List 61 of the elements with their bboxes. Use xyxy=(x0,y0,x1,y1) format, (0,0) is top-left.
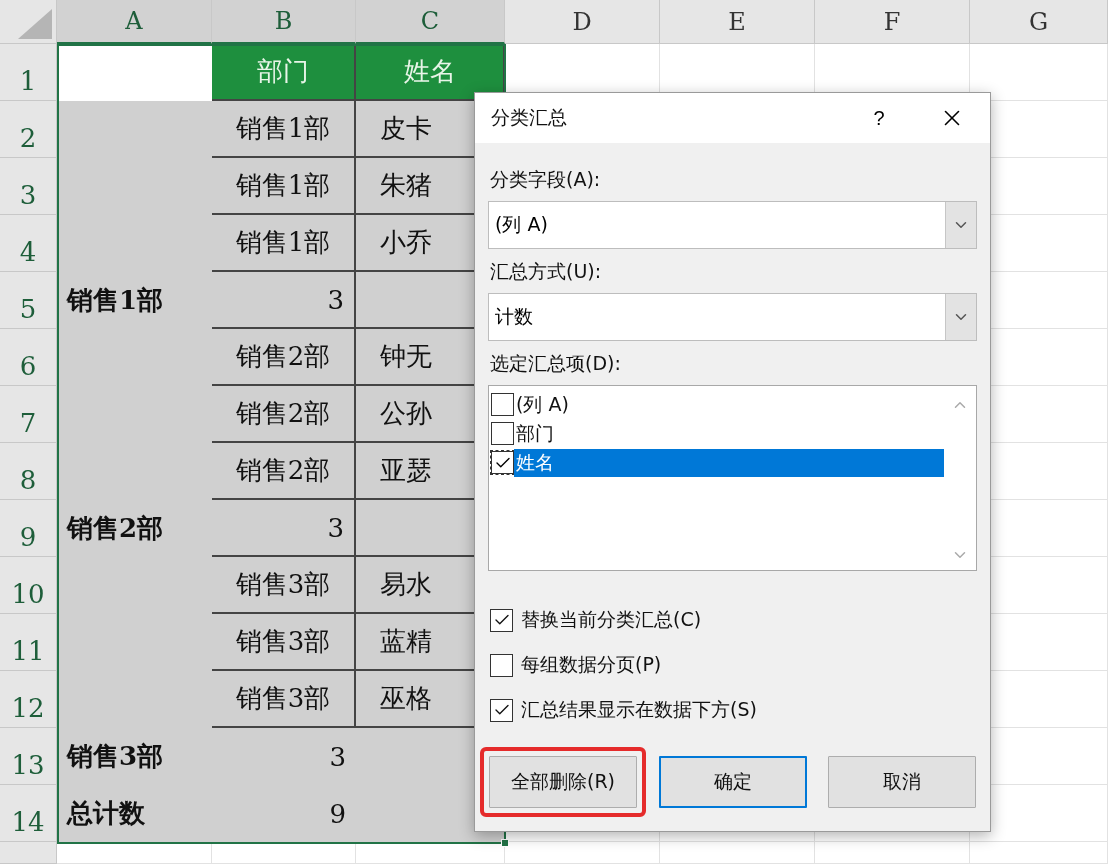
dropdown[interactable]: (列 A) xyxy=(488,201,977,249)
row-header[interactable]: 13 xyxy=(0,728,57,785)
list-item[interactable]: (列 A) xyxy=(514,390,944,419)
dropdown[interactable]: 计数 xyxy=(488,293,977,341)
table-cell: 销售3部 xyxy=(212,671,356,728)
row-header[interactable]: 6 xyxy=(0,329,57,386)
column-header[interactable]: F xyxy=(815,0,970,44)
dialog-button[interactable]: 全部删除(R) xyxy=(489,756,637,808)
column-header[interactable]: C xyxy=(356,0,505,44)
row-header[interactable]: 5 xyxy=(0,272,57,329)
table-cell: 销售1部 xyxy=(57,272,212,329)
checkbox-label: 每组数据分页(P) xyxy=(521,652,662,677)
help-button[interactable]: ? xyxy=(854,105,904,131)
column-header[interactable]: E xyxy=(660,0,815,44)
table-cell: 总计数 xyxy=(57,785,212,842)
table-cell: 销售2部 xyxy=(57,500,212,557)
column-header[interactable]: A xyxy=(57,0,212,44)
column-header[interactable]: D xyxy=(505,0,660,44)
checkbox[interactable] xyxy=(490,608,513,632)
checkbox-label: 汇总结果显示在数据下方(S) xyxy=(521,697,757,722)
checkbox[interactable] xyxy=(490,698,513,722)
dialog-button[interactable]: 取消 xyxy=(828,756,976,808)
column-title: 部门 xyxy=(212,44,356,101)
table-cell: 销售3部 xyxy=(212,614,356,671)
checkbox[interactable] xyxy=(491,393,514,416)
corner-triangle-icon xyxy=(18,9,52,39)
column-title: 姓名 xyxy=(356,44,505,101)
table-cell: 3 xyxy=(212,272,356,329)
list-item[interactable]: 部门 xyxy=(514,419,944,448)
table-cell: 3 xyxy=(212,500,356,557)
row-header[interactable]: 4 xyxy=(0,215,57,272)
column-header[interactable]: B xyxy=(212,0,356,44)
fill-handle[interactable] xyxy=(501,839,509,847)
dropdown-value: 计数 xyxy=(494,304,534,329)
checkbox[interactable] xyxy=(490,653,513,677)
row-header[interactable]: 2 xyxy=(0,101,57,158)
row-header[interactable]: 9 xyxy=(0,500,57,557)
table-cell: 9 xyxy=(212,785,356,842)
row-header[interactable]: 11 xyxy=(0,614,57,671)
row-header[interactable]: 14 xyxy=(0,785,57,842)
checkbox[interactable] xyxy=(491,451,514,474)
table-cell: 销售1部 xyxy=(212,101,356,158)
row-header[interactable]: 1 xyxy=(0,44,57,101)
table-cell: 销售3部 xyxy=(212,557,356,614)
list-item[interactable]: 姓名 xyxy=(514,448,944,477)
row-header[interactable]: 3 xyxy=(0,158,57,215)
row-header[interactable]: 8 xyxy=(0,443,57,500)
checkbox-label: 替换当前分类汇总(C) xyxy=(521,607,702,632)
table-cell: 3 xyxy=(212,728,356,785)
row-header[interactable]: 12 xyxy=(0,671,57,728)
table-cell: 销售3部 xyxy=(57,728,212,785)
table-cell: 销售1部 xyxy=(212,215,356,272)
table-cell: 销售2部 xyxy=(212,329,356,386)
checkbox[interactable] xyxy=(491,422,514,445)
row-header[interactable]: 7 xyxy=(0,386,57,443)
table-cell: 销售1部 xyxy=(212,158,356,215)
row-header[interactable]: 10 xyxy=(0,557,57,614)
table-cell: 销售2部 xyxy=(212,443,356,500)
column-header[interactable]: G xyxy=(970,0,1108,44)
dialog-button[interactable]: 确定 xyxy=(658,756,807,808)
table-cell: 销售2部 xyxy=(212,386,356,443)
